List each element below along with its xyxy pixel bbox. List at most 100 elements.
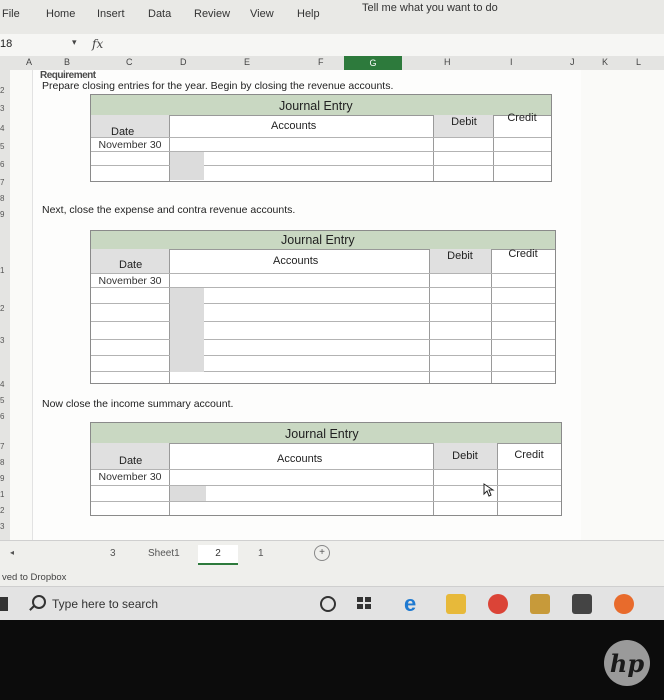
- row-header[interactable]: 7: [0, 178, 4, 187]
- journal-entry-table-1: Journal Entry Date Accounts Debit Credit…: [90, 94, 552, 182]
- row-header[interactable]: 3: [0, 104, 4, 113]
- instruction-2: Next, close the expense and contra reven…: [42, 204, 296, 216]
- col-divider: [169, 443, 170, 515]
- sheet-tab-sheet1[interactable]: Sheet1: [148, 548, 180, 559]
- row-divider: [91, 339, 555, 340]
- edge-icon[interactable]: e: [404, 593, 424, 615]
- row-header[interactable]: 9: [0, 210, 4, 219]
- save-status: ved to Dropbox: [2, 572, 67, 583]
- status-bar: ved to Dropbox: [0, 566, 664, 586]
- taskbar-search[interactable]: Type here to search: [28, 591, 298, 617]
- screen: File Home Insert Data Review View Help T…: [0, 0, 664, 620]
- sheet-tab-active[interactable]: 2: [198, 545, 238, 565]
- file-explorer-icon[interactable]: [446, 594, 466, 614]
- column-header[interactable]: J: [570, 57, 575, 67]
- cortana-icon[interactable]: [320, 596, 336, 612]
- journal-title: Journal Entry: [281, 233, 355, 247]
- mail-icon[interactable]: [572, 594, 592, 614]
- row-divider: [91, 371, 555, 372]
- scroll-left-icon[interactable]: ◂: [10, 548, 14, 557]
- menu-data[interactable]: Data: [148, 8, 171, 20]
- menu-review[interactable]: Review: [194, 8, 230, 20]
- row-header[interactable]: 7: [0, 442, 4, 451]
- row-divider: [91, 151, 551, 152]
- row-header[interactable]: 6: [0, 160, 4, 169]
- row-divider: [91, 273, 555, 274]
- row-header[interactable]: 5: [0, 142, 4, 151]
- store-icon[interactable]: [530, 594, 550, 614]
- column-header[interactable]: L: [636, 57, 641, 67]
- row-header[interactable]: 8: [0, 458, 4, 467]
- row-header[interactable]: 4: [0, 380, 4, 389]
- row-divider: [91, 469, 561, 470]
- tell-me-search[interactable]: Tell me what you want to do: [362, 2, 498, 14]
- row-header[interactable]: 3: [0, 522, 4, 531]
- debit-header: Debit: [452, 450, 478, 462]
- account-input-shaded[interactable]: [170, 288, 204, 372]
- menu-help[interactable]: Help: [297, 8, 320, 20]
- formula-bar: 18 ▾ fx: [0, 34, 664, 57]
- sheet-tab[interactable]: 1: [258, 548, 264, 559]
- col-divider: [433, 115, 434, 181]
- search-placeholder: Type here to search: [52, 597, 159, 611]
- col-divider: [491, 249, 492, 383]
- date-value: November 30: [98, 275, 162, 287]
- chevron-down-icon[interactable]: ▾: [72, 37, 77, 48]
- accounts-header: Accounts: [273, 255, 319, 267]
- row-divider: [91, 303, 555, 304]
- menu-file[interactable]: File: [2, 8, 20, 20]
- worksheet[interactable]: Requirement Prepare closing entries for …: [10, 70, 664, 540]
- row-header[interactable]: 4: [0, 124, 4, 133]
- row-header[interactable]: 1: [0, 266, 4, 275]
- row-header[interactable]: 6: [0, 412, 4, 421]
- column-header[interactable]: I: [510, 57, 513, 67]
- chrome-icon[interactable]: [488, 594, 508, 614]
- column-header[interactable]: H: [444, 57, 451, 67]
- sheet-tab[interactable]: 3: [110, 548, 116, 559]
- row-divider: [91, 287, 555, 288]
- journal-entry-table-2: Journal Entry Date Accounts Debit Credit…: [90, 230, 556, 384]
- journal-title: Journal Entry: [279, 99, 353, 113]
- column-header[interactable]: A: [26, 57, 32, 67]
- search-icon: [32, 595, 46, 609]
- row-divider: [91, 165, 551, 166]
- row-header[interactable]: 8: [0, 194, 4, 203]
- row-header[interactable]: 2: [0, 86, 4, 95]
- col-divider: [433, 443, 434, 515]
- start-button[interactable]: [0, 597, 8, 611]
- row-header[interactable]: 3: [0, 336, 4, 345]
- column-header[interactable]: B: [64, 57, 70, 67]
- column-header[interactable]: C: [126, 57, 133, 67]
- credit-header: Credit: [514, 449, 544, 461]
- row-header[interactable]: 5: [0, 396, 4, 405]
- date-value: November 30: [98, 471, 162, 483]
- row-divider: [91, 355, 555, 356]
- column-header[interactable]: E: [244, 57, 250, 67]
- menu-insert[interactable]: Insert: [97, 8, 125, 20]
- function-icon[interactable]: fx: [92, 37, 103, 51]
- sheet-tab-bar: ◂ 3 Sheet1 2 1 +: [0, 540, 664, 567]
- column-header-active[interactable]: G: [344, 56, 402, 70]
- row-header[interactable]: 1: [0, 490, 4, 499]
- menu-home[interactable]: Home: [46, 8, 75, 20]
- account-input-shaded[interactable]: [170, 486, 206, 501]
- col-divider: [497, 443, 498, 515]
- journal-title: Journal Entry: [285, 427, 359, 441]
- column-header[interactable]: D: [180, 57, 187, 67]
- firefox-icon[interactable]: [614, 594, 634, 614]
- row-divider: [91, 321, 555, 322]
- column-header[interactable]: K: [602, 57, 608, 67]
- row-header[interactable]: 2: [0, 304, 4, 313]
- ribbon-menu-bar: File Home Insert Data Review View Help T…: [0, 0, 664, 34]
- row-header[interactable]: 2: [0, 506, 4, 515]
- journal-entry-table-3: Journal Entry Date Accounts Debit Credit…: [90, 422, 562, 516]
- menu-view[interactable]: View: [250, 8, 274, 20]
- row-header[interactable]: 9: [0, 474, 4, 483]
- date-value: November 30: [98, 139, 162, 151]
- column-header[interactable]: F: [318, 57, 324, 67]
- account-input-shaded[interactable]: [170, 152, 204, 180]
- row-divider: [91, 137, 551, 138]
- add-sheet-button[interactable]: +: [314, 545, 330, 561]
- name-box[interactable]: 18: [0, 38, 12, 50]
- task-view-icon[interactable]: [357, 597, 373, 611]
